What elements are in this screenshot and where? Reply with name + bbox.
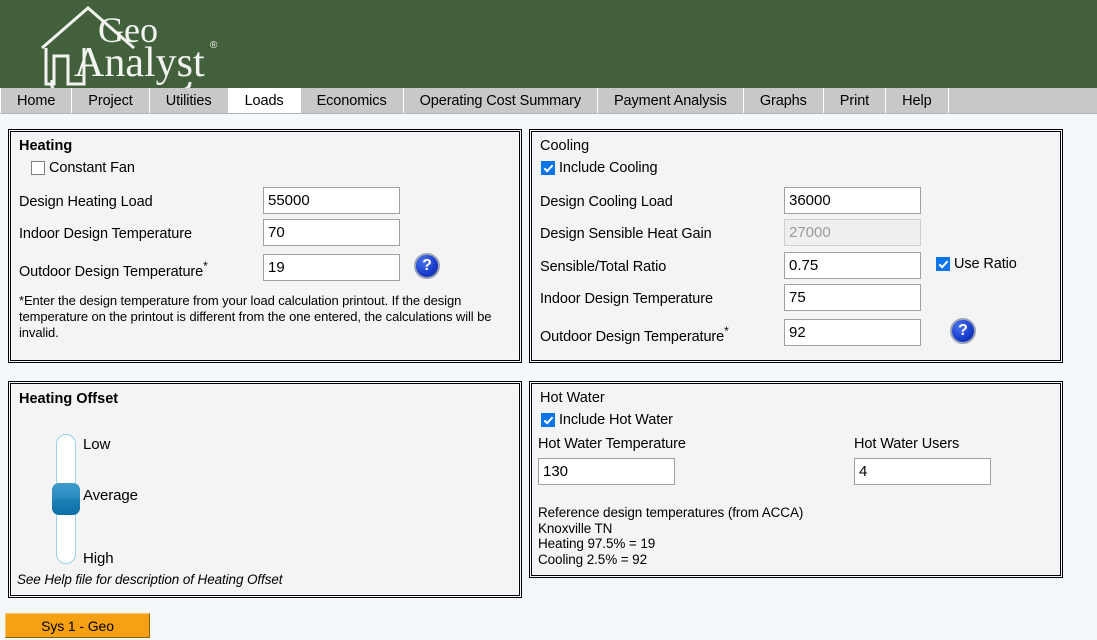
- help-icon-heating[interactable]: ?: [414, 253, 440, 279]
- heating-offset-footnote: See Help file for description of Heating…: [17, 572, 283, 587]
- cooling-panel: Cooling Include Cooling Design Cooling L…: [529, 129, 1063, 363]
- nav-tab-help[interactable]: Help: [886, 88, 949, 113]
- cooling-panel-title: Cooling: [540, 138, 590, 154]
- heating-offset-value-box: [134, 391, 166, 413]
- use-ratio-checkbox[interactable]: [936, 257, 950, 271]
- constant-fan-checkbox[interactable]: [31, 161, 45, 175]
- hot-water-panel: Hot Water Include Hot Water Hot Water Te…: [529, 381, 1063, 578]
- footnote-marker-cooling: *: [724, 324, 729, 338]
- nav-tab-operating-cost-summary[interactable]: Operating Cost Summary: [403, 88, 598, 113]
- sensible-total-ratio-label: Sensible/Total Ratio: [540, 259, 667, 275]
- sensible-total-ratio-input[interactable]: [784, 252, 921, 279]
- system-tab-sys1-geo[interactable]: Sys 1 - Geo: [5, 613, 150, 638]
- nav-tab-economics[interactable]: Economics: [300, 88, 404, 113]
- nav-tab-payment-analysis[interactable]: Payment Analysis: [597, 88, 744, 113]
- help-icon-cooling[interactable]: ?: [950, 318, 976, 344]
- svg-text:Analyst: Analyst: [74, 40, 205, 86]
- svg-text:®: ®: [210, 40, 218, 51]
- nav-tab-print[interactable]: Print: [823, 88, 887, 113]
- use-ratio-label: Use Ratio: [954, 256, 1017, 272]
- hot-water-panel-title: Hot Water: [540, 390, 605, 406]
- include-hot-water-checkbox[interactable]: [541, 413, 555, 427]
- include-cooling-label: Include Cooling: [559, 160, 658, 176]
- nav-tab-home[interactable]: Home: [0, 88, 73, 113]
- nav-tab-project[interactable]: Project: [72, 88, 150, 113]
- design-sensible-heat-gain-input: [784, 219, 921, 246]
- design-sensible-heat-gain-label: Design Sensible Heat Gain: [540, 226, 712, 242]
- heating-offset-slider-thumb[interactable]: [52, 483, 80, 515]
- include-hot-water-label: Include Hot Water: [559, 412, 673, 428]
- nav-tab-utilities[interactable]: Utilities: [149, 88, 229, 113]
- outdoor-design-temperature-label-cooling: Outdoor Design Temperature*: [540, 324, 729, 345]
- indoor-design-temperature-input-cooling[interactable]: [784, 284, 921, 311]
- heating-offset-label-low: Low: [83, 436, 111, 453]
- hot-water-users-label: Hot Water Users: [854, 436, 960, 452]
- footnote-marker-heating: *: [203, 259, 208, 273]
- app-header: Geo Analyst ®: [0, 0, 1097, 88]
- design-heating-load-input[interactable]: [263, 187, 400, 214]
- geoanalyst-logo: Geo Analyst ®: [40, 2, 250, 88]
- heating-offset-panel-title: Heating Offset: [19, 391, 119, 407]
- outdoor-design-temperature-label-heating: Outdoor Design Temperature*: [19, 259, 208, 280]
- outdoor-design-temperature-input-cooling[interactable]: [784, 319, 921, 346]
- indoor-design-temperature-input-heating[interactable]: [263, 219, 400, 246]
- constant-fan-label: Constant Fan: [49, 160, 135, 176]
- outdoor-design-temperature-input-heating[interactable]: [263, 254, 400, 281]
- heating-offset-label-average: Average: [83, 487, 138, 504]
- hot-water-temperature-label: Hot Water Temperature: [538, 436, 686, 452]
- hot-water-users-input[interactable]: [854, 458, 991, 485]
- heating-footnote: *Enter the design temperature from your …: [19, 293, 492, 340]
- include-cooling-checkbox[interactable]: [541, 161, 555, 175]
- heating-panel-title: Heating: [19, 138, 73, 154]
- design-heating-load-label: Design Heating Load: [19, 194, 153, 210]
- indoor-design-temperature-label-heating: Indoor Design Temperature: [19, 226, 192, 242]
- nav-tab-loads[interactable]: Loads: [228, 88, 301, 113]
- heating-offset-panel: Heating Offset Low Average High See Help…: [8, 381, 522, 598]
- heating-panel: Heating Constant Fan Design Heating Load…: [8, 129, 522, 363]
- reference-design-temperatures-text: Reference design temperatures (from ACCA…: [538, 505, 804, 567]
- indoor-design-temperature-label-cooling: Indoor Design Temperature: [540, 291, 713, 307]
- heating-offset-label-high: High: [83, 550, 114, 567]
- hot-water-temperature-input[interactable]: [538, 458, 675, 485]
- nav-tab-graphs[interactable]: Graphs: [743, 88, 824, 113]
- main-navigation[interactable]: Home Project Utilities Loads Economics O…: [0, 88, 1097, 114]
- design-cooling-load-input[interactable]: [784, 187, 921, 214]
- design-cooling-load-label: Design Cooling Load: [540, 194, 673, 210]
